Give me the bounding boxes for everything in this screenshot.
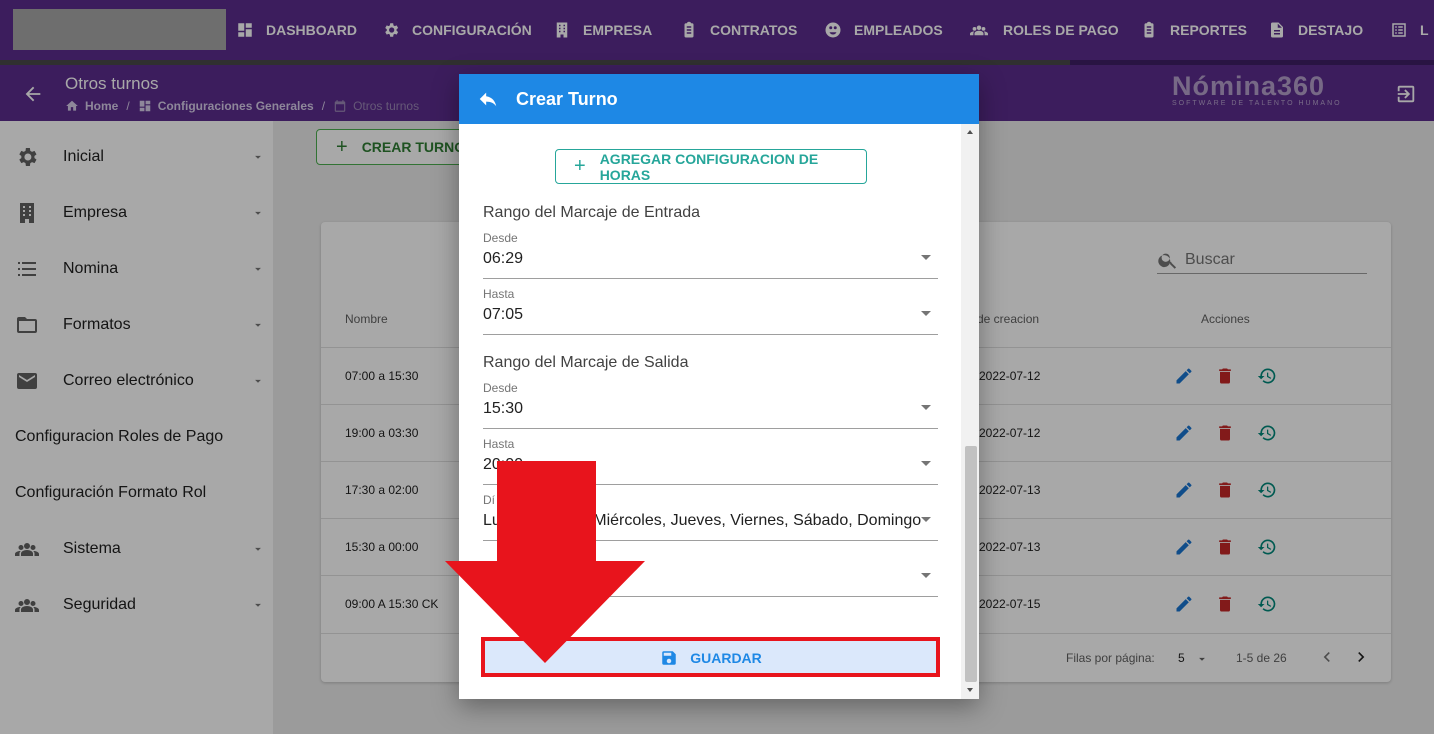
field-label: Hasta [483, 437, 515, 451]
dropdown-arrow-icon [921, 573, 931, 578]
field-value: 06:29 [483, 250, 524, 267]
scroll-down-arrow-icon[interactable] [967, 688, 973, 692]
field-label: Desde [483, 381, 518, 395]
dropdown-arrow-icon [921, 255, 931, 260]
salida-section-title: Rango del Marcaje de Salida [483, 354, 689, 371]
field-label: Hasta [483, 287, 515, 301]
dialog-title: Crear Turno [516, 89, 618, 109]
dialog-scrollbar[interactable] [961, 124, 979, 699]
field-value: 15:30 [483, 400, 524, 417]
agregar-configuracion-label: AGREGAR CONFIGURACION DE HORAS [599, 150, 819, 183]
salida-desde-select[interactable]: Desde 15:30 [483, 381, 938, 429]
entrada-hasta-select[interactable]: Hasta 07:05 [483, 287, 938, 335]
plus-icon: + [574, 155, 586, 177]
dropdown-arrow-icon [921, 405, 931, 410]
entrada-desde-select[interactable]: Desde 06:29 [483, 231, 938, 279]
field-value: 07:05 [483, 306, 524, 323]
field-label: Desde [483, 231, 518, 245]
undo-arrow-icon[interactable] [477, 88, 499, 110]
entrada-section-title: Rango del Marcaje de Entrada [483, 204, 701, 221]
dropdown-arrow-icon [921, 461, 931, 466]
dropdown-arrow-icon [921, 517, 931, 522]
agregar-configuracion-horas-button[interactable]: + AGREGAR CONFIGURACION DE HORAS [555, 149, 867, 184]
annotation-arrow-icon [445, 461, 645, 663]
scroll-up-arrow-icon[interactable] [967, 130, 973, 134]
dropdown-arrow-icon [921, 311, 931, 316]
dialog-header: Crear Turno [459, 74, 979, 124]
scrollbar-thumb[interactable] [965, 446, 977, 682]
